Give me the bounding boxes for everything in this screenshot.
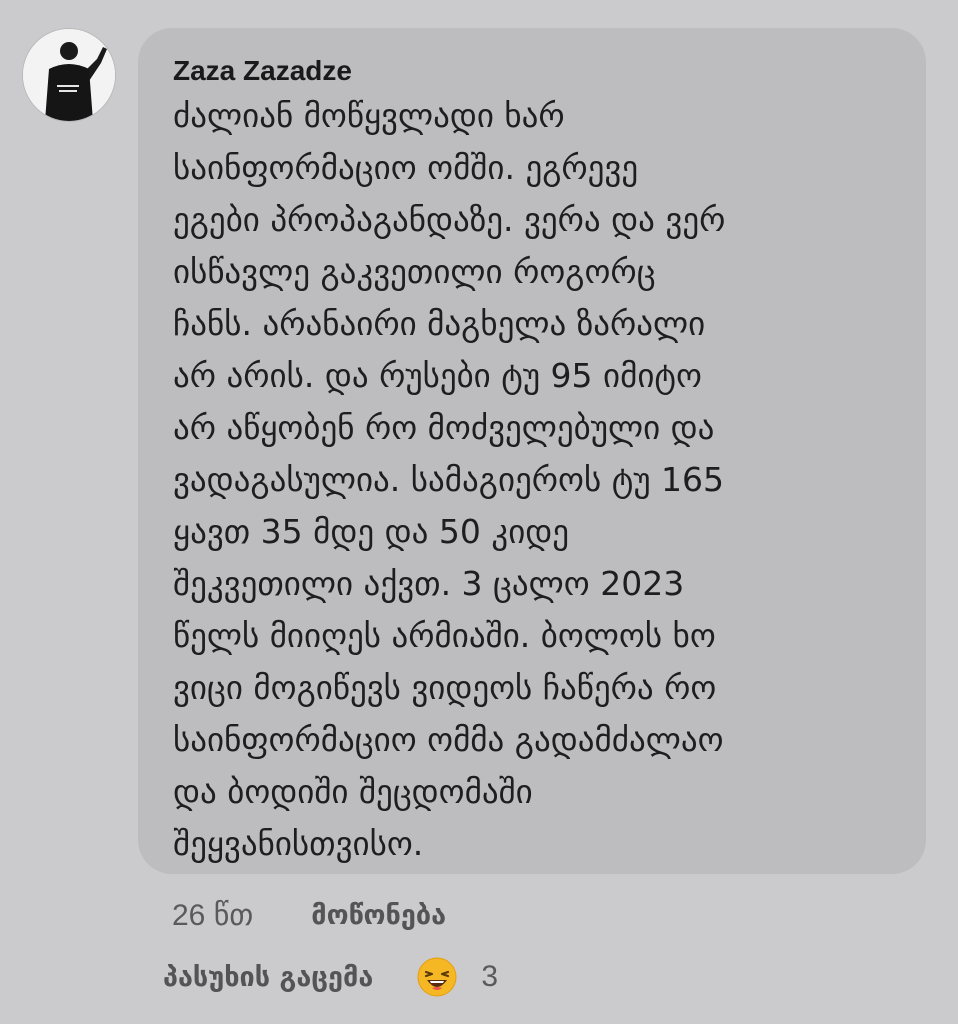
- reaction-count: 3: [481, 960, 499, 993]
- comment-text: ძალიან მოწყვლადი ხარ საინფორმაციო ომში. ე…: [173, 90, 896, 870]
- comment-text-line: ვადაგასულია. სამაგიეროს ტუ 165: [173, 460, 725, 499]
- comment-text-line: ეგები პროპაგანდაზე. ვერა და ვერ: [173, 200, 726, 239]
- comment-text-line: საინფორმაციო ომმა გადამძალაო: [173, 720, 724, 759]
- comment-meta-row: 26 წთ მოწონება: [172, 893, 446, 937]
- comment-text-line: ისწავლე გაკვეთილი როგორც: [173, 252, 656, 291]
- comment-text-line: ძალიან მოწყვლადი ხარ: [173, 96, 565, 135]
- comment-timestamp: 26 წთ: [172, 898, 254, 932]
- reaction-summary[interactable]: 3: [417, 957, 498, 997]
- comment-actions-row: პასუხის გაცემა 3: [163, 952, 498, 1002]
- reply-button[interactable]: პასუხის გაცემა: [163, 962, 373, 993]
- comment-bubble: Zaza Zazadze ძალიან მოწყვლადი ხარ საინფორ…: [138, 28, 926, 874]
- comment-text-line: არ აწყობენ რო მოძველებული და: [173, 408, 715, 447]
- comment-text-line: ჩანს. არანაირი მაგხელა ზარალი: [173, 304, 706, 343]
- comment-author-name[interactable]: Zaza Zazadze: [173, 54, 896, 88]
- comment-text-line: ყავთ 35 მდე და 50 კიდე: [173, 512, 570, 551]
- laughing-emoji-icon: [417, 957, 457, 997]
- comment-text-line: და ბოდიში შეცდომაში: [173, 772, 533, 811]
- comment-text-line: საინფორმაციო ომში. ეგრევე: [173, 148, 639, 187]
- comment-text-line: ვიცი მოგიწევს ვიდეოს ჩაწერა რო: [173, 668, 717, 707]
- author-avatar[interactable]: [22, 28, 116, 122]
- comment-text-line: შეყვანისთვისო.: [173, 824, 424, 863]
- like-button[interactable]: მოწონება: [311, 900, 446, 931]
- comment-text-line: წელს მიიღეს არმიაში. ბოლოს ხო: [173, 616, 716, 655]
- comment-text-line: შეკვეთილი აქვთ. 3 ცალო 2023: [173, 564, 685, 603]
- avatar-photo: [23, 29, 115, 121]
- comment-text-line: არ არის. და რუსები ტუ 95 იმიტო: [173, 356, 702, 395]
